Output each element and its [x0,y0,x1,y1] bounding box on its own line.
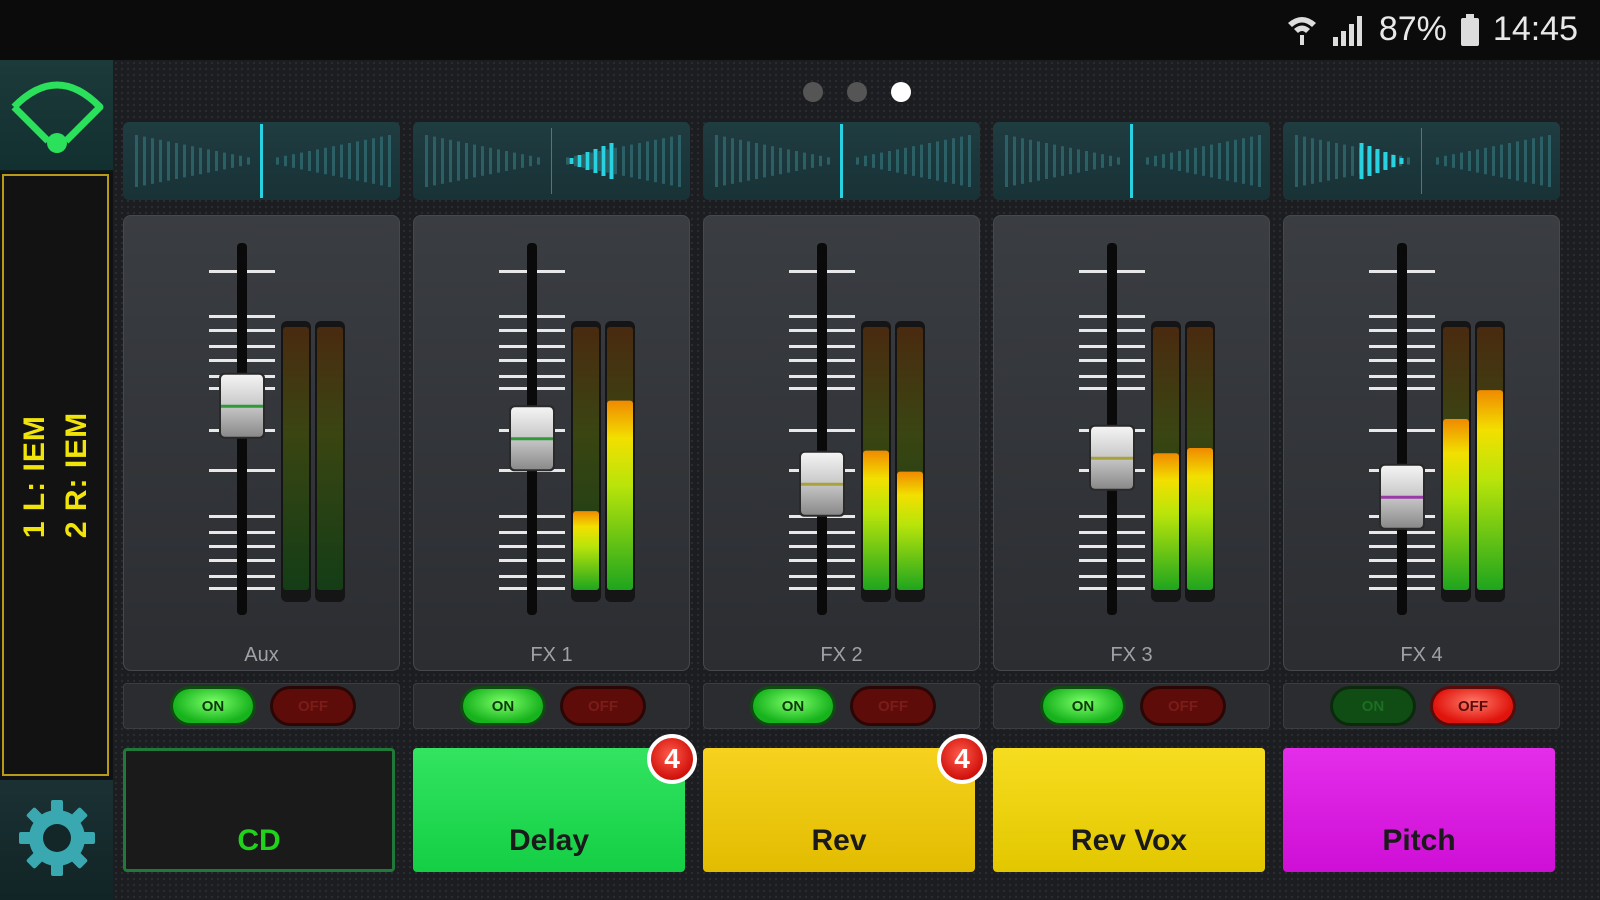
notification-badge: 4 [647,734,697,784]
mix-assignment-text: 1 L: IEM 2 R: IEM [14,412,98,538]
off-button[interactable]: OFF [273,689,353,723]
effect-select-button[interactable]: Delay 4 [413,734,697,872]
signal-icon [1331,13,1367,47]
on-button[interactable]: ON [1333,689,1413,723]
on-button[interactable]: ON [753,689,833,723]
effect-select-button[interactable]: Rev Vox [993,748,1265,872]
pan-control[interactable] [703,122,980,200]
channel-column: Aux ON OFF CD [123,60,400,900]
channel-column: FX 2 ON OFF Rev 4 [703,60,987,900]
on-button[interactable]: ON [463,689,543,723]
mix-assignment-panel[interactable]: 1 L: IEM 2 R: IEM [2,174,109,776]
fader-strip: FX 3 [993,215,1270,671]
effect-button-label: Rev Vox [1070,824,1188,857]
channel-column: FX 4 ON OFF Pitch [1283,60,1560,900]
on-button[interactable]: ON [1043,689,1123,723]
pan-control[interactable] [1283,122,1560,200]
channel-name: Aux [244,644,279,666]
effect-button-label: CD [237,824,281,857]
clock: 14:45 [1492,10,1578,48]
pan-control[interactable] [413,122,690,200]
off-button[interactable]: OFF [853,689,933,723]
effect-button-label: Delay [508,824,590,857]
sidebar: 1 L: IEM 2 R: IEM [0,60,113,900]
channel-name: FX 3 [1110,644,1153,666]
effect-button-label: Pitch [1382,824,1456,857]
off-button[interactable]: OFF [1143,689,1223,723]
fader-knob[interactable] [509,405,555,471]
channel-name: FX 4 [1400,644,1443,666]
effect-select-button[interactable]: Pitch [1283,748,1555,872]
fader-strip: FX 1 [413,215,690,671]
fader-knob[interactable] [1089,425,1135,491]
on-off-switch: ON OFF [1283,683,1560,729]
on-off-switch: ON OFF [703,683,980,729]
fader-knob[interactable] [1379,464,1425,530]
gear-icon [15,796,99,885]
wifi-connection-button[interactable] [0,60,113,172]
battery-percent: 87% [1378,10,1447,48]
effect-select-button[interactable]: CD [123,748,395,872]
on-off-switch: ON OFF [413,683,690,729]
fader-strip: FX 2 [703,215,980,671]
settings-button[interactable] [0,780,113,900]
notification-badge: 4 [937,734,987,784]
fader-knob[interactable] [219,373,265,439]
on-off-switch: ON OFF [123,683,400,729]
on-off-switch: ON OFF [993,683,1270,729]
wifi-status-icon [1285,13,1319,47]
pan-control[interactable] [993,122,1270,200]
mix-line-2: 2 R: IEM [59,411,93,539]
channel-name: FX 2 [820,644,863,666]
off-button[interactable]: OFF [563,689,643,723]
effect-button-label: Rev [811,824,867,857]
effect-select-button[interactable]: Rev 4 [703,734,987,872]
fader-strip: Aux [123,215,400,671]
wifi-icon [10,71,104,160]
fader-knob[interactable] [799,451,845,517]
mix-line-1: 1 L: IEM [17,415,51,539]
on-button[interactable]: ON [173,689,253,723]
status-icons: 87% 14:45 [1285,10,1578,49]
pan-control[interactable] [123,122,400,200]
channel-name: FX 1 [530,644,573,666]
off-button[interactable]: OFF [1433,689,1513,723]
channel-column: FX 1 ON OFF Delay 4 [413,60,697,900]
battery-icon [1459,13,1481,47]
status-bar: 87% 14:45 [0,0,1600,60]
mixer-area: Aux ON OFF CD FX 1 ON OFF Delay 4 FX 2 ON OFF Rev 4 FX… [113,60,1600,900]
fader-strip: FX 4 [1283,215,1560,671]
channel-column: FX 3 ON OFF Rev Vox [993,60,1270,900]
